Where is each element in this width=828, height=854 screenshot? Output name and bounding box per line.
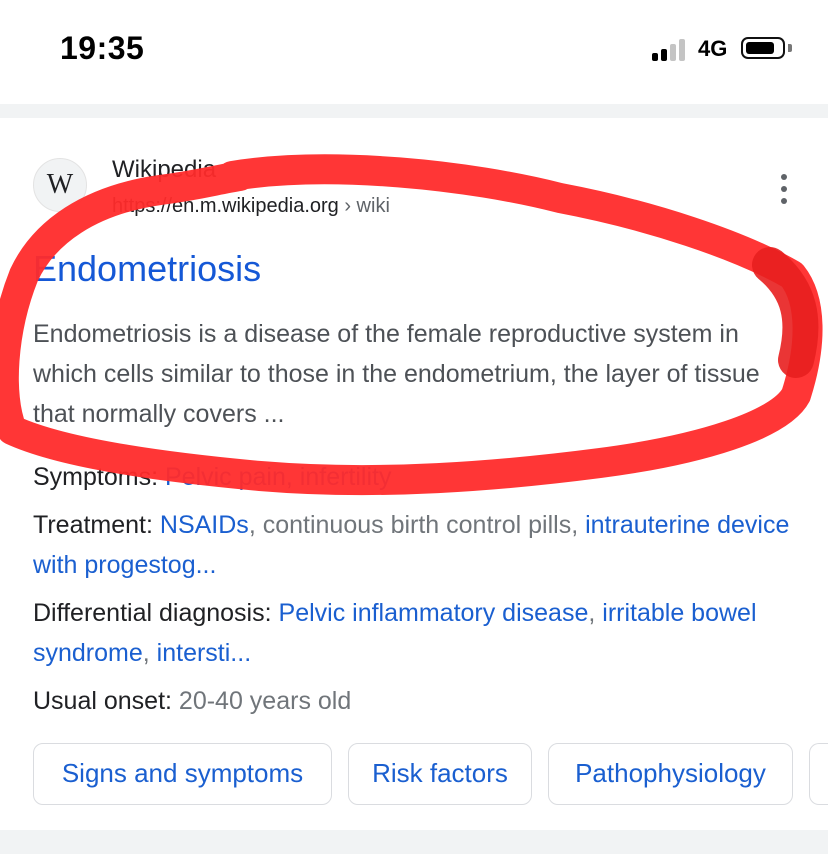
fact-separator: , — [588, 599, 603, 627]
site-url[interactable]: https://en.m.wikipedia.org › wiki — [112, 195, 390, 218]
fact-treatment: Treatment: NSAIDs, continuous birth cont… — [33, 505, 803, 585]
fact-symptoms: Symptoms: Pelvic pain, infertility — [33, 457, 803, 497]
url-text: https://en.m.wikipedia.org — [112, 195, 339, 217]
wikipedia-favicon-icon[interactable]: W — [33, 158, 87, 212]
more-vert-icon[interactable] — [772, 174, 796, 208]
url-breadcrumb: › wiki — [338, 195, 390, 217]
fact-separator: , — [285, 463, 300, 491]
result-snippet: Endometriosis is a disease of the female… — [33, 320, 760, 428]
fact-separator: , — [142, 639, 157, 667]
site-name[interactable]: Wikipedia — [112, 156, 216, 184]
battery-tip — [788, 44, 792, 52]
fact-label: Treatment: — [33, 511, 160, 539]
network-type: 4G — [698, 36, 728, 61]
cell-signal-icon — [652, 37, 692, 61]
fact-label: Symptoms: — [33, 463, 165, 491]
chip-pathophysiology[interactable]: Pathophysiology — [548, 743, 793, 805]
chip-next-partial[interactable] — [809, 743, 828, 805]
fact-label: Usual onset: — [33, 687, 179, 715]
fact-label: Differential diagnosis: — [33, 599, 279, 627]
treatment-text: , continuous birth control pills, — [248, 511, 586, 539]
chip-risk-factors[interactable]: Risk factors — [348, 743, 532, 805]
battery-icon — [741, 37, 785, 59]
topic-chips: Signs and symptoms Risk factors Pathophy… — [33, 743, 828, 807]
fact-usual-onset: Usual onset: 20-40 years old — [33, 681, 803, 721]
diagnosis-link-pid[interactable]: Pelvic inflammatory disease — [279, 599, 589, 627]
result-title-link[interactable]: Endometriosis — [33, 248, 261, 290]
treatment-link-nsaids[interactable]: NSAIDs — [160, 511, 249, 539]
chip-signs-and-symptoms[interactable]: Signs and symptoms — [33, 743, 332, 805]
fact-differential-diagnosis: Differential diagnosis: Pelvic inflammat… — [33, 593, 803, 673]
status-bar: 19:35 4G — [0, 0, 828, 104]
diagnosis-link-interstitial[interactable]: intersti... — [157, 639, 251, 667]
onset-value: 20-40 years old — [178, 687, 352, 715]
symptom-link-infertility[interactable]: infertility — [300, 463, 392, 491]
symptom-link-pelvic-pain[interactable]: Pelvic pain — [165, 463, 286, 491]
status-time: 19:35 — [60, 30, 145, 66]
search-result-card: W Wikipedia https://en.m.wikipedia.org ›… — [0, 118, 828, 830]
bottom-divider — [0, 830, 828, 854]
